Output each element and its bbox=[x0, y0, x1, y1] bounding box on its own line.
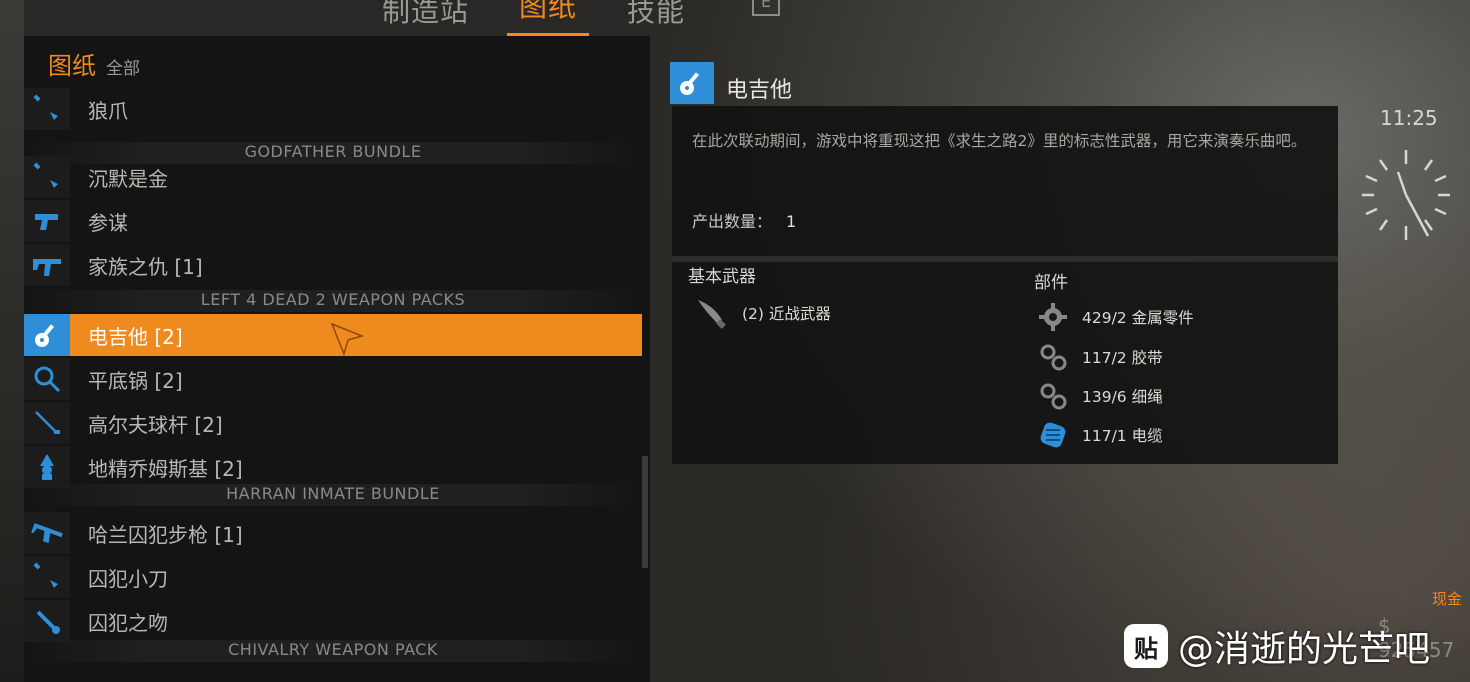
yield-label: 产出数量： bbox=[692, 212, 773, 231]
golf-club-icon bbox=[24, 402, 70, 444]
time-display: 11:25 bbox=[1380, 106, 1438, 130]
clock-icon bbox=[1362, 150, 1450, 240]
knife-icon bbox=[24, 88, 70, 130]
background-left bbox=[0, 0, 24, 682]
list-item[interactable]: 家族之仇 [1] bbox=[24, 244, 642, 286]
part-item: 139/6 细绳 bbox=[1038, 381, 1163, 411]
tieba-logo-icon: 贴 bbox=[1124, 624, 1168, 668]
list-item-label: 参谋 bbox=[88, 210, 128, 235]
tab-bar: 制造站 图纸 技能 bbox=[370, 0, 697, 36]
list-title: 图纸 bbox=[48, 52, 96, 80]
list-item-label: 囚犯小刀 bbox=[88, 566, 168, 591]
detail-description: 在此次联动期间，游戏中将重现这把《求生之路2》里的标志性武器，用它来演奏乐曲吧。 bbox=[692, 132, 1307, 150]
gear-icon bbox=[1038, 302, 1068, 332]
watermark: 贴 @消逝的光芒吧 bbox=[1124, 620, 1430, 672]
detail-divider bbox=[672, 256, 1338, 262]
list-item[interactable]: 平底锅 [2] bbox=[24, 358, 642, 400]
list-item[interactable]: 地精乔姆斯基 [2] bbox=[24, 446, 642, 488]
section-header: LEFT 4 DEAD 2 WEAPON PACKS bbox=[24, 290, 642, 312]
cable-icon bbox=[1038, 420, 1068, 450]
tab-key-hint: E bbox=[752, 0, 780, 16]
small-gears-icon bbox=[1038, 381, 1068, 411]
rifle-icon bbox=[24, 512, 70, 554]
part-label: 139/6 细绳 bbox=[1082, 388, 1163, 406]
pistol-icon bbox=[24, 200, 70, 242]
list-item-label: 地精乔姆斯基 [2] bbox=[88, 456, 243, 481]
smg-icon bbox=[24, 244, 70, 286]
list-item[interactable]: 囚犯小刀 bbox=[24, 556, 642, 598]
list-header: 图纸 全部 bbox=[48, 46, 140, 81]
section-header: HARRAN INMATE BUNDLE bbox=[24, 484, 642, 506]
part-item: 117/2 胶带 bbox=[1038, 342, 1163, 372]
list-item[interactable]: 沉默是金 bbox=[24, 156, 642, 198]
yield-row: 产出数量： 1 bbox=[692, 208, 796, 232]
machete-icon bbox=[694, 296, 728, 330]
small-gears-icon bbox=[1038, 342, 1068, 372]
part-label: 117/2 胶带 bbox=[1082, 349, 1163, 367]
list-filter[interactable]: 全部 bbox=[106, 54, 140, 79]
list-item-label: 囚犯之吻 bbox=[88, 610, 168, 635]
mouse-cursor-icon bbox=[330, 322, 364, 356]
list-item-label: 高尔夫球杆 [2] bbox=[88, 412, 223, 437]
detail-panel: 在此次联动期间，游戏中将重现这把《求生之路2》里的标志性武器，用它来演奏乐曲吧。… bbox=[672, 106, 1338, 464]
list-scrollbar[interactable] bbox=[642, 456, 648, 568]
base-weapon-label: (2) 近战武器 bbox=[742, 305, 831, 323]
base-weapon-item: (2) 近战武器 bbox=[694, 296, 831, 330]
section-header: CHIVALRY WEAPON PACK bbox=[24, 640, 642, 662]
watermark-text: @消逝的光芒吧 bbox=[1178, 629, 1431, 670]
cash-label: 现金 bbox=[1432, 590, 1463, 608]
guitar-icon bbox=[670, 62, 714, 104]
list-item-label: 沉默是金 bbox=[88, 166, 168, 191]
pan-icon bbox=[24, 358, 70, 400]
parts-heading: 部件 bbox=[1034, 273, 1068, 293]
detail-title: 电吉他 bbox=[726, 78, 793, 103]
list-item-label: 哈兰囚犯步枪 [1] bbox=[88, 522, 243, 547]
list-item[interactable]: 囚犯之吻 bbox=[24, 600, 642, 642]
list-item[interactable]: 参谋 bbox=[24, 200, 642, 242]
part-item: 429/2 金属零件 bbox=[1038, 302, 1194, 332]
knife-icon bbox=[24, 556, 70, 598]
list-item-label: 电吉他 [2] bbox=[88, 324, 183, 349]
yield-value: 1 bbox=[786, 212, 797, 231]
list-item[interactable]: 狼爪 bbox=[24, 88, 642, 130]
blueprint-list-panel: 图纸 全部 狼爪 GODFATHER BUNDLE 沉默是金 参谋 家族之仇 [… bbox=[24, 36, 650, 682]
base-weapon-heading: 基本武器 bbox=[688, 267, 756, 287]
gnome-icon bbox=[24, 446, 70, 488]
list-item-label: 狼爪 bbox=[88, 98, 128, 123]
wrench-icon bbox=[24, 600, 70, 642]
knife-icon bbox=[24, 156, 70, 198]
list-item-label: 家族之仇 [1] bbox=[88, 254, 203, 279]
tab-skills[interactable]: 技能 bbox=[615, 0, 697, 36]
list-item-label: 平底锅 [2] bbox=[88, 368, 183, 393]
tab-blueprints[interactable]: 图纸 bbox=[507, 0, 590, 36]
part-label: 117/1 电缆 bbox=[1082, 427, 1163, 445]
tab-crafting[interactable]: 制造站 bbox=[370, 0, 481, 36]
part-item: 117/1 电缆 bbox=[1038, 420, 1163, 450]
list-item[interactable]: 高尔夫球杆 [2] bbox=[24, 402, 642, 444]
part-label: 429/2 金属零件 bbox=[1082, 309, 1194, 327]
guitar-icon bbox=[24, 314, 70, 356]
list-item[interactable]: 哈兰囚犯步枪 [1] bbox=[24, 512, 642, 554]
